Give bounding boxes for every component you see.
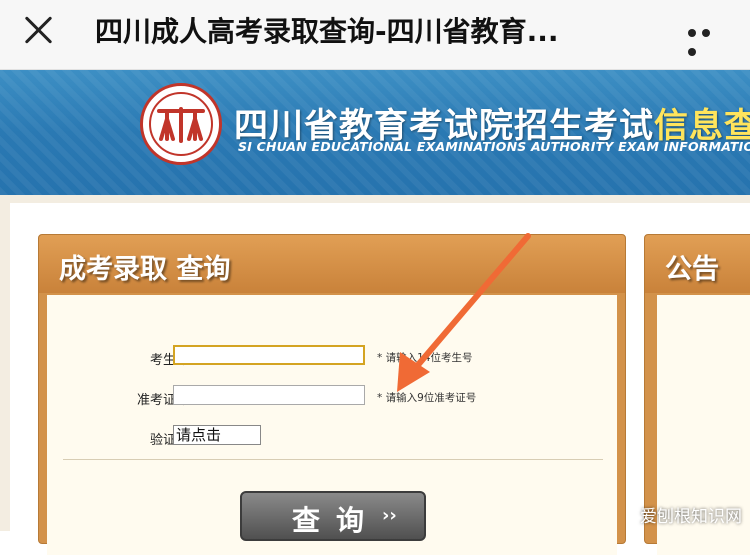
admission-ticket-hint: * 请输入9位准考证号	[377, 390, 476, 405]
page-title: 四川成人高考录取查询-四川省教育...	[95, 10, 655, 50]
panel-title: 成考录取 查询	[59, 247, 230, 286]
notice-header: 公告	[645, 235, 750, 293]
more-menu-icon[interactable]	[688, 22, 728, 34]
notice-panel: 公告	[644, 234, 750, 544]
form-row-captcha: 验证码： 请点击	[47, 425, 617, 449]
admission-ticket-input[interactable]	[173, 385, 365, 405]
query-button[interactable]: 查询 ››	[240, 491, 426, 541]
captcha-button[interactable]: 请点击	[173, 425, 261, 445]
panel-header: 成考录取 查询	[39, 235, 625, 293]
authority-logo	[140, 83, 222, 165]
notice-title: 公告	[665, 247, 719, 286]
candidate-number-hint: * 请输入14位考生号	[377, 350, 472, 365]
site-title-english: SI CHUAN EDUCATIONAL EXAMINATIONS AUTHOR…	[238, 139, 750, 154]
form-divider	[63, 459, 603, 460]
close-icon[interactable]	[22, 14, 54, 46]
watermark: 爱刨根知识网	[640, 502, 742, 527]
query-button-label: 查询	[292, 499, 380, 539]
double-chevron-right-icon: ››	[382, 505, 397, 526]
site-header-banner: 四川省教育考试院招生考试信息查询系统 SI CHUAN EDUCATIONAL …	[0, 70, 750, 195]
candidate-number-input[interactable]	[173, 345, 365, 365]
top-bar: 四川成人高考录取查询-四川省教育...	[0, 0, 750, 70]
form-row-candidate-number: 考生号： * 请输入14位考生号	[47, 345, 617, 369]
form-row-admission-ticket: 准考证号： * 请输入9位准考证号	[47, 385, 617, 409]
